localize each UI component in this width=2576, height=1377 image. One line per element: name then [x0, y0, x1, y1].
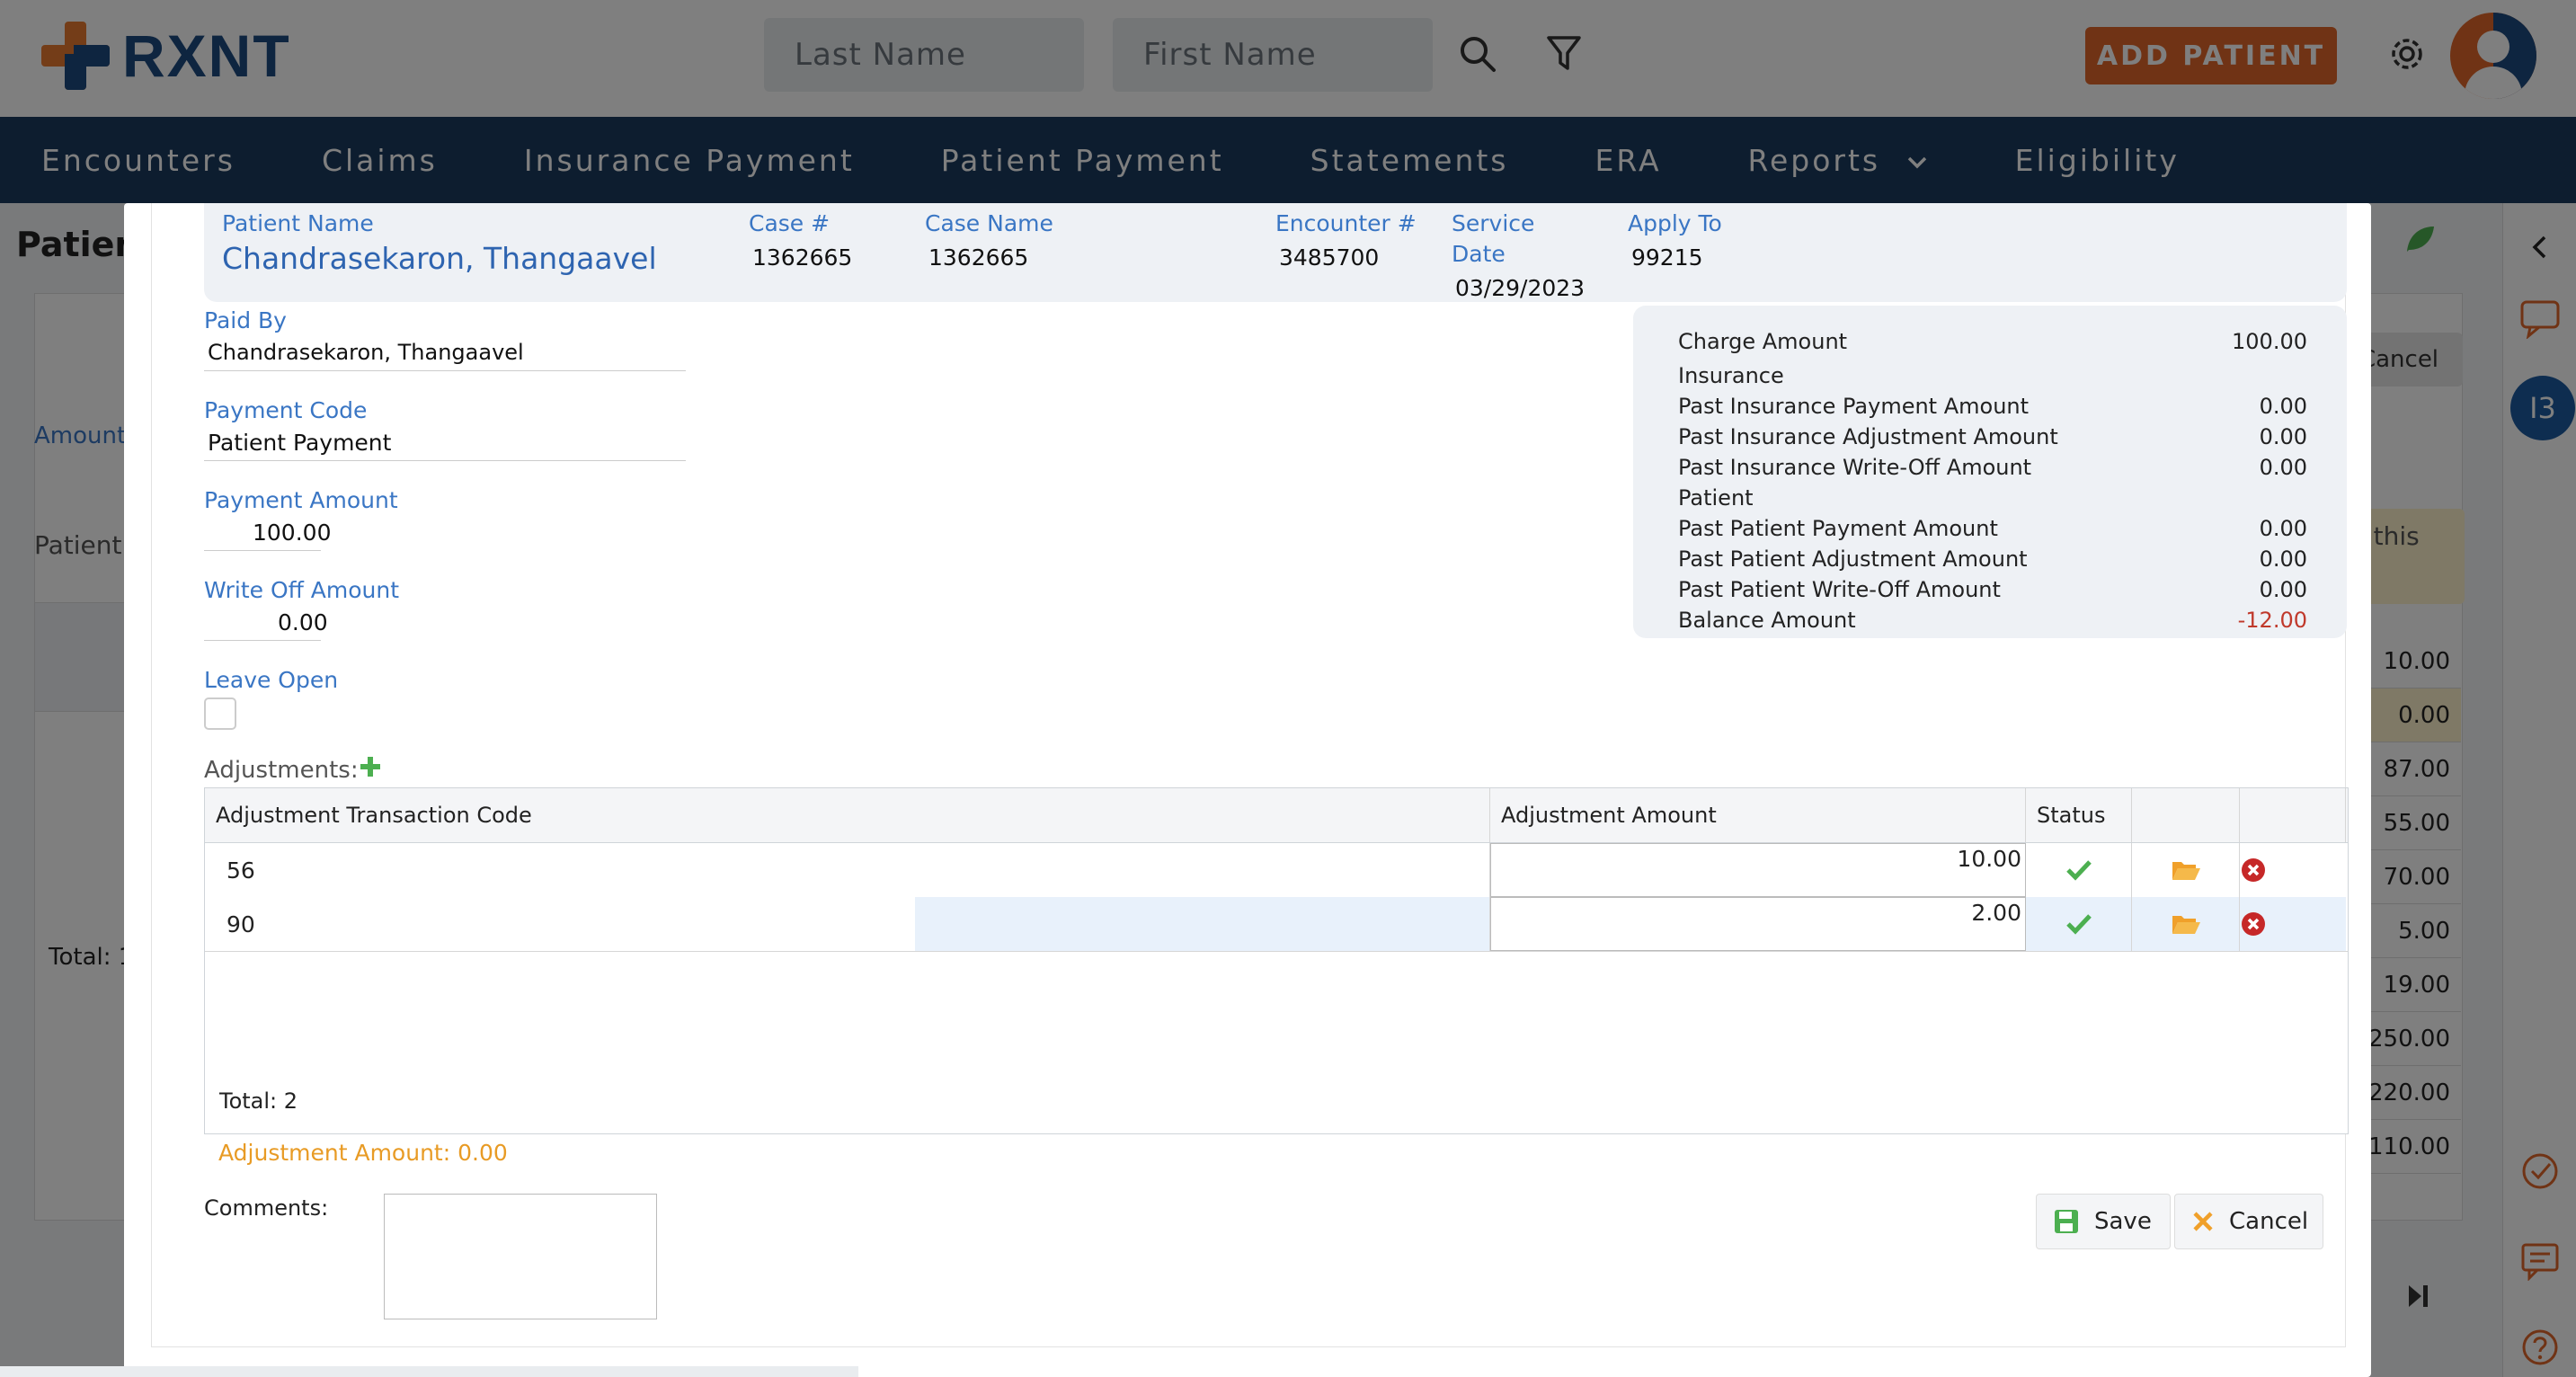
paid-by-value[interactable]: Chandrasekaron, Thangaavel [208, 340, 524, 365]
apply-to-label: Apply To [1628, 210, 1722, 236]
transaction-code-cell[interactable]: 90 [205, 897, 915, 951]
patient-name[interactable]: Chandrasekaron, Thangaavel [222, 241, 657, 276]
past-pat-adjustment-label: Past Patient Adjustment Amount [1678, 546, 2028, 572]
past-pat-adjustment-value: 0.00 [2259, 546, 2307, 572]
summary-charge-row: Charge Amount 100.00 [1678, 329, 2307, 360]
close-icon [2193, 1212, 2213, 1231]
write-off-underline [204, 640, 321, 641]
write-off-label: Write Off Amount [204, 577, 400, 603]
service-date-label: Service [1452, 210, 1535, 236]
case-name-label: Case Name [925, 210, 1053, 236]
payment-code-value[interactable]: Patient Payment [208, 430, 391, 456]
past-ins-adjustment-value: 0.00 [2259, 424, 2307, 449]
past-ins-writeoff-value: 0.00 [2259, 455, 2307, 480]
past-pat-writeoff-value: 0.00 [2259, 577, 2307, 602]
encounter-no-label: Encounter # [1275, 210, 1417, 236]
transaction-code-cell[interactable]: 56 [205, 843, 1490, 897]
case-name: 1362665 [928, 244, 1029, 271]
table-row[interactable]: 90 2.00 [205, 897, 2348, 952]
folder-icon[interactable] [2132, 843, 2240, 897]
patient-name-label: Patient Name [222, 210, 374, 236]
summary-balance-row: Balance Amount -12.00 [1678, 608, 2307, 638]
save-button[interactable]: Save [2036, 1194, 2171, 1249]
summary-row: Past Insurance Payment Amount 0.00 [1678, 394, 2307, 424]
payment-modal: Patient Name Chandrasekaron, Thangaavel … [124, 203, 2371, 1377]
grid-header: Adjustment Transaction Code Adjustment A… [205, 788, 2348, 843]
past-ins-payment-label: Past Insurance Payment Amount [1678, 394, 2030, 419]
payment-code-label: Payment Code [204, 397, 368, 423]
balance-value: -12.00 [2237, 608, 2307, 633]
selection-highlight [915, 897, 1490, 951]
save-icon [2055, 1210, 2078, 1233]
payment-amount-label: Payment Amount [204, 487, 398, 513]
modal-content: Patient Name Chandrasekaron, Thangaavel … [151, 203, 2349, 1347]
paid-by-label: Paid By [204, 307, 287, 333]
summary-patient-header: Patient [1678, 485, 2307, 516]
patient-header: Patient [1678, 485, 1754, 511]
past-ins-payment-value: 0.00 [2259, 394, 2307, 419]
balance-label: Balance Amount [1678, 608, 1856, 633]
past-ins-writeoff-label: Past Insurance Write-Off Amount [1678, 455, 2032, 480]
past-ins-adjustment-label: Past Insurance Adjustment Amount [1678, 424, 2058, 449]
charge-amount-value: 100.00 [2232, 329, 2307, 354]
summary-row: Past Insurance Adjustment Amount 0.00 [1678, 424, 2307, 455]
past-pat-payment-label: Past Patient Payment Amount [1678, 516, 1998, 541]
adjustment-amount-summary: Adjustment Amount: 0.00 [218, 1140, 508, 1166]
adjustment-amount-input[interactable]: 2.00 [1490, 897, 2026, 951]
payment-amount-input[interactable]: 100.00 [253, 520, 331, 546]
summary-row: Past Patient Write-Off Amount 0.00 [1678, 577, 2307, 608]
leave-open-label: Leave Open [204, 667, 339, 693]
cancel-button[interactable]: Cancel [2174, 1194, 2323, 1249]
charge-amount-label: Charge Amount [1678, 329, 1848, 354]
case-no-label: Case # [749, 210, 831, 236]
summary-row: Past Patient Adjustment Amount 0.00 [1678, 546, 2307, 577]
write-off-input[interactable]: 0.00 [278, 609, 328, 635]
apply-to: 99215 [1631, 244, 1703, 271]
summary-row: Past Patient Payment Amount 0.00 [1678, 516, 2307, 546]
adjustments-title: Adjustments: [204, 757, 359, 784]
payment-code-underline [204, 460, 686, 461]
insurance-header: Insurance [1678, 363, 1784, 388]
check-icon [2026, 843, 2132, 897]
grid-total: Total: 2 [219, 1088, 298, 1114]
col-adjustment-amount[interactable]: Adjustment Amount [1490, 788, 2026, 842]
col-delete [2240, 788, 2346, 842]
comments-textarea[interactable] [384, 1194, 657, 1319]
comments-label: Comments: [204, 1195, 329, 1221]
encounter-no: 3485700 [1279, 244, 1380, 271]
plus-icon[interactable] [357, 753, 384, 780]
check-icon [2026, 897, 2132, 951]
delete-icon[interactable] [2240, 843, 2346, 897]
leave-open-checkbox[interactable] [204, 697, 236, 730]
summary-row: Past Insurance Write-Off Amount 0.00 [1678, 455, 2307, 485]
col-status[interactable]: Status [2026, 788, 2132, 842]
summary-insurance-header: Insurance [1678, 363, 2307, 394]
adjustments-grid: Adjustment Transaction Code Adjustment A… [204, 787, 2349, 1134]
payment-amount-underline [204, 550, 321, 551]
cancel-label: Cancel [2229, 1208, 2309, 1235]
service-date-label-2: Date [1452, 241, 1506, 267]
col-transaction-code[interactable]: Adjustment Transaction Code [205, 788, 1490, 842]
delete-icon[interactable] [2240, 897, 2346, 951]
past-pat-writeoff-label: Past Patient Write-Off Amount [1678, 577, 2001, 602]
past-pat-payment-value: 0.00 [2259, 516, 2307, 541]
case-no: 1362665 [752, 244, 853, 271]
folder-icon[interactable] [2132, 897, 2240, 951]
col-edit [2132, 788, 2240, 842]
table-row[interactable]: 56 10.00 [205, 843, 2348, 898]
horizontal-scrollbar[interactable] [0, 1366, 858, 1377]
paid-by-underline [204, 370, 686, 371]
save-label: Save [2094, 1208, 2152, 1235]
balance-summary: Charge Amount 100.00 Insurance Past Insu… [1633, 306, 2347, 638]
service-date: 03/29/2023 [1455, 275, 1586, 301]
adjustment-amount-input[interactable]: 10.00 [1490, 843, 2026, 897]
